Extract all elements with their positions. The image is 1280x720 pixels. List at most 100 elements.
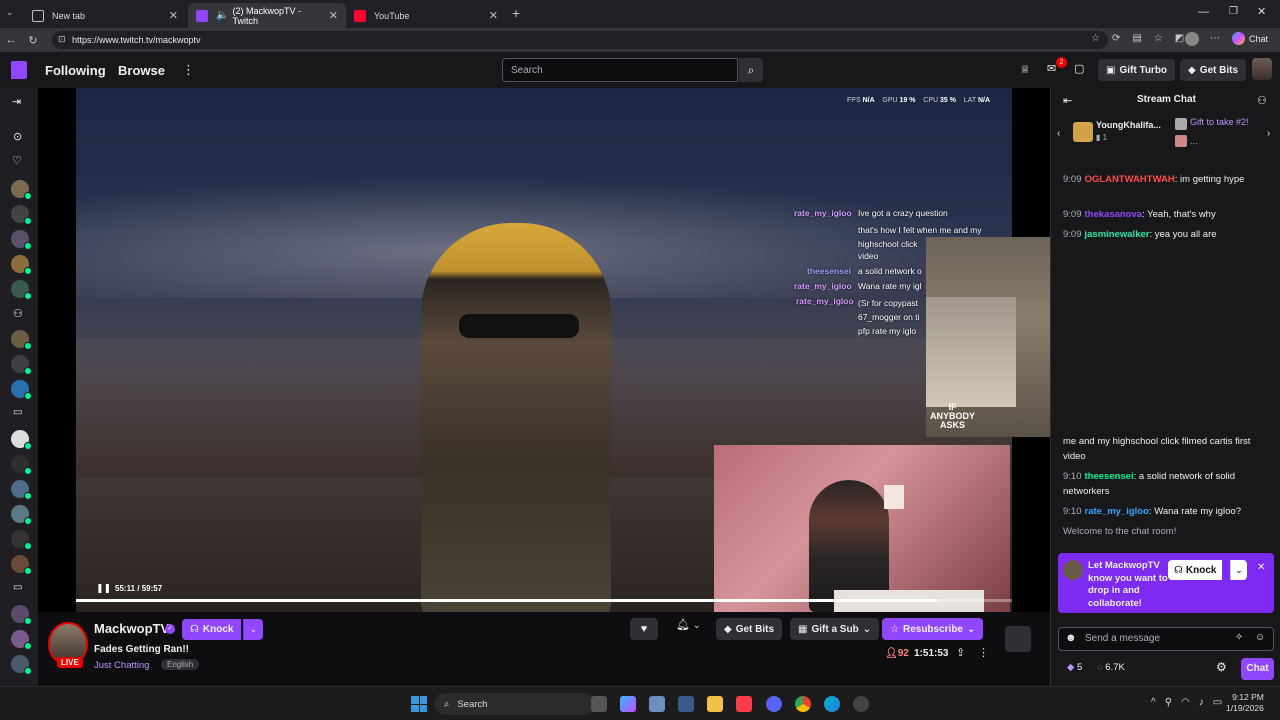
chevron-right-icon[interactable]: ›	[1267, 128, 1270, 139]
promo-knock-button[interactable]: ☊ Knock	[1168, 560, 1223, 580]
restore-button[interactable]: ❐	[1229, 6, 1238, 17]
channel-avatar[interactable]	[11, 605, 32, 625]
tab-twitch[interactable]: 🔈 (2) MackwopTV - Twitch ✕	[188, 3, 346, 28]
speaker-icon[interactable]: 🔈	[216, 10, 228, 21]
extension-icon[interactable]	[1005, 626, 1031, 652]
channel-avatar[interactable]	[11, 355, 32, 375]
inbox-icon[interactable]: ✉	[1047, 62, 1056, 75]
back-icon[interactable]: ←	[0, 34, 22, 46]
gift-to-take-link[interactable]: Gift to take #2!	[1190, 117, 1260, 127]
channel-avatar[interactable]	[11, 655, 32, 675]
chat-username[interactable]: rate_my_igloo	[1085, 506, 1149, 517]
for-you-icon[interactable]: ⊙	[13, 130, 22, 143]
channel-avatar[interactable]	[11, 530, 32, 550]
channel-avatar[interactable]	[11, 430, 32, 450]
channel-name[interactable]: MackwopTV	[94, 621, 169, 636]
search-button[interactable]: ⌕	[739, 58, 763, 82]
category-link[interactable]: Just Chatting	[94, 660, 149, 671]
get-bits-channel-button[interactable]: ◆ Get Bits	[716, 618, 783, 640]
prime-crown-icon[interactable]: ♕	[1020, 63, 1030, 76]
more-vertical-icon[interactable]: ⋮	[182, 62, 195, 78]
channel-avatar[interactable]	[11, 380, 32, 400]
music-app-icon[interactable]	[736, 696, 752, 712]
video-camera-icon[interactable]: ▭	[13, 582, 22, 593]
following-link[interactable]: Following	[45, 63, 106, 78]
knock-button[interactable]: ☊ Knock	[182, 619, 242, 640]
whispers-icon[interactable]: ▢	[1074, 62, 1084, 75]
settings-app-icon[interactable]	[649, 696, 665, 712]
system-tray-icons[interactable]: ^⚲◠♪▭	[1151, 697, 1231, 708]
new-tab-button[interactable]: +	[512, 5, 520, 21]
bits-cheer-icon[interactable]: ✧	[1235, 632, 1243, 643]
chat-username[interactable]: OGLANTWAHTWAH	[1085, 174, 1175, 185]
channel-avatar[interactable]	[11, 205, 32, 225]
channel-avatar[interactable]	[11, 455, 32, 475]
channel-avatar[interactable]	[11, 255, 32, 275]
send-message-input[interactable]: ☻ Send a message ✧ ☺	[1058, 627, 1274, 651]
community-icon[interactable]: ⚇	[1257, 94, 1267, 107]
emote-face-icon[interactable]: ☻	[1065, 632, 1077, 644]
channel-avatar[interactable]	[11, 280, 32, 300]
close-icon[interactable]: ✕	[329, 9, 338, 22]
close-icon[interactable]: ✕	[1257, 562, 1265, 573]
search-input[interactable]: Search	[502, 58, 738, 82]
bits-balance[interactable]: ◌ 6.7K	[1097, 662, 1125, 673]
following-heart-icon[interactable]: ♡	[12, 154, 22, 167]
language-tag[interactable]: English	[161, 659, 200, 670]
discord-icon[interactable]	[766, 696, 782, 712]
windows-start-icon[interactable]	[411, 696, 427, 712]
pause-icon[interactable]: ❚❚	[96, 583, 111, 594]
resubscribe-button[interactable]: ☆ Resubscribe ⌄	[882, 618, 984, 640]
channel-avatar[interactable]	[11, 555, 32, 575]
minimize-button[interactable]: —	[1198, 6, 1209, 18]
taskbar-clock[interactable]: 9:12 PM 1/19/2026	[1226, 692, 1264, 714]
close-icon[interactable]: ✕	[489, 9, 498, 22]
emote-picker-icon[interactable]: ☺	[1255, 632, 1265, 643]
channel-avatar[interactable]	[11, 505, 32, 525]
channel-points[interactable]: ◆ 5	[1067, 662, 1082, 673]
profile-avatar-icon[interactable]	[1185, 32, 1199, 46]
tab-list-icon[interactable]: ⌄	[6, 7, 20, 21]
channel-avatar[interactable]	[11, 180, 32, 200]
add-friend-icon[interactable]: ⚇	[13, 307, 23, 320]
chat-username[interactable]: thekasanova	[1085, 209, 1143, 220]
channel-avatar[interactable]	[11, 630, 32, 650]
taskbar-search[interactable]: ⌕ Search	[434, 693, 594, 715]
chat-username[interactable]: jasminewalker	[1085, 229, 1150, 240]
copilot-chat-button[interactable]: Chat	[1232, 32, 1268, 45]
browse-link[interactable]: Browse	[118, 63, 165, 78]
store-app-icon[interactable]	[678, 696, 694, 712]
chat-send-button[interactable]: Chat	[1241, 658, 1274, 680]
copilot-app-icon[interactable]	[620, 696, 636, 712]
video-camera-icon[interactable]: ▭	[13, 407, 22, 418]
get-bits-button[interactable]: ◆ Get Bits	[1180, 59, 1247, 81]
follow-heart-button[interactable]: ♥	[630, 618, 658, 640]
browser-toolbar-icons[interactable]: ⟳▤☆◩	[1112, 33, 1196, 44]
channel-avatar[interactable]	[11, 330, 32, 350]
channel-avatar[interactable]	[11, 230, 32, 250]
gift-sub-button[interactable]: ▦ Gift a Sub ⌄	[790, 618, 880, 640]
url-field[interactable]: ⊡ https://www.twitch.tv/mackwoptv ☆	[52, 31, 1108, 49]
collapse-chat-icon[interactable]: ⇤	[1063, 94, 1072, 107]
channel-avatar[interactable]	[11, 480, 32, 500]
refresh-icon[interactable]: ↻	[22, 34, 44, 47]
favorite-star-icon[interactable]: ☆	[1091, 33, 1100, 44]
seek-bar[interactable]	[76, 599, 1012, 602]
gifter-name[interactable]: YoungKhalifa...	[1096, 120, 1161, 130]
user-avatar[interactable]	[1252, 58, 1272, 80]
chat-username[interactable]: theesensei	[1085, 471, 1134, 482]
file-explorer-icon[interactable]	[707, 696, 723, 712]
close-window-button[interactable]: ✕	[1257, 5, 1266, 18]
twitch-logo-icon[interactable]	[11, 61, 27, 79]
chrome-icon[interactable]	[795, 696, 811, 712]
share-icon[interactable]: ⇪	[956, 646, 965, 659]
chevron-left-icon[interactable]: ‹	[1057, 128, 1060, 139]
edge-icon[interactable]	[824, 696, 840, 712]
task-view-icon[interactable]	[591, 696, 607, 712]
more-menu-icon[interactable]: ⋯	[1210, 33, 1220, 44]
site-info-icon[interactable]: ⊡	[58, 34, 66, 45]
close-icon[interactable]: ✕	[169, 9, 178, 22]
gift-turbo-button[interactable]: ▣ Gift Turbo	[1098, 59, 1176, 81]
expand-sidebar-icon[interactable]: ⇥	[12, 95, 21, 108]
tab-youtube[interactable]: YouTube ✕	[346, 3, 506, 28]
